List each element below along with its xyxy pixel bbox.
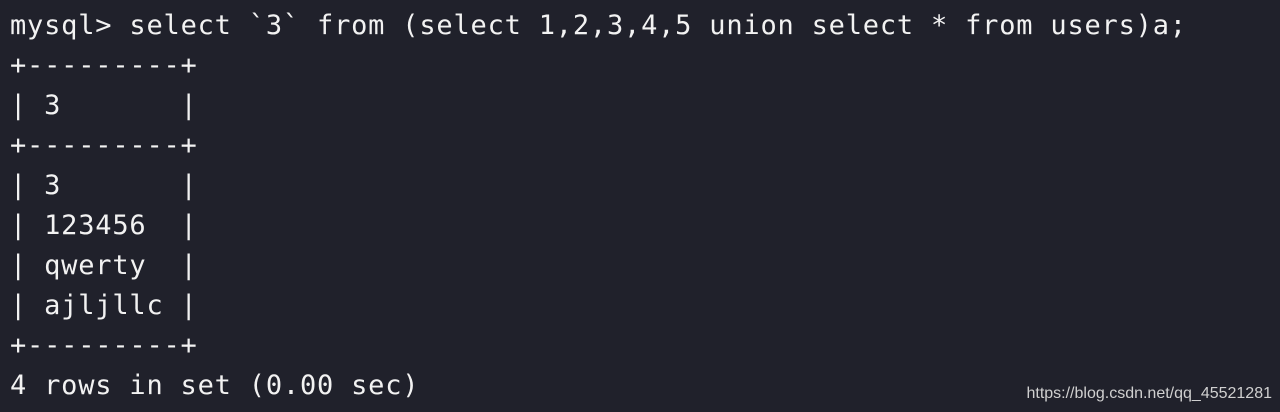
mysql-prompt: mysql> [10,10,113,41]
table-border-middle: +---------+ [10,130,198,161]
command-line: mysql> select `3` from (select 1,2,3,4,5… [10,6,1270,46]
source-watermark: https://blog.csdn.net/qq_45521281 [1026,385,1272,402]
table-row: | qwerty | [10,250,198,281]
terminal-output: mysql> select `3` from (select 1,2,3,4,5… [10,6,1270,406]
sql-command: select `3` from (select 1,2,3,4,5 union … [129,10,1187,41]
table-row: | ajljllc | [10,290,198,321]
table-header-row: | 3 | [10,90,198,121]
table-row: | 123456 | [10,210,198,241]
table-border-top: +---------+ [10,50,198,81]
table-border-bottom: +---------+ [10,330,198,361]
table-row: | 3 | [10,170,198,201]
